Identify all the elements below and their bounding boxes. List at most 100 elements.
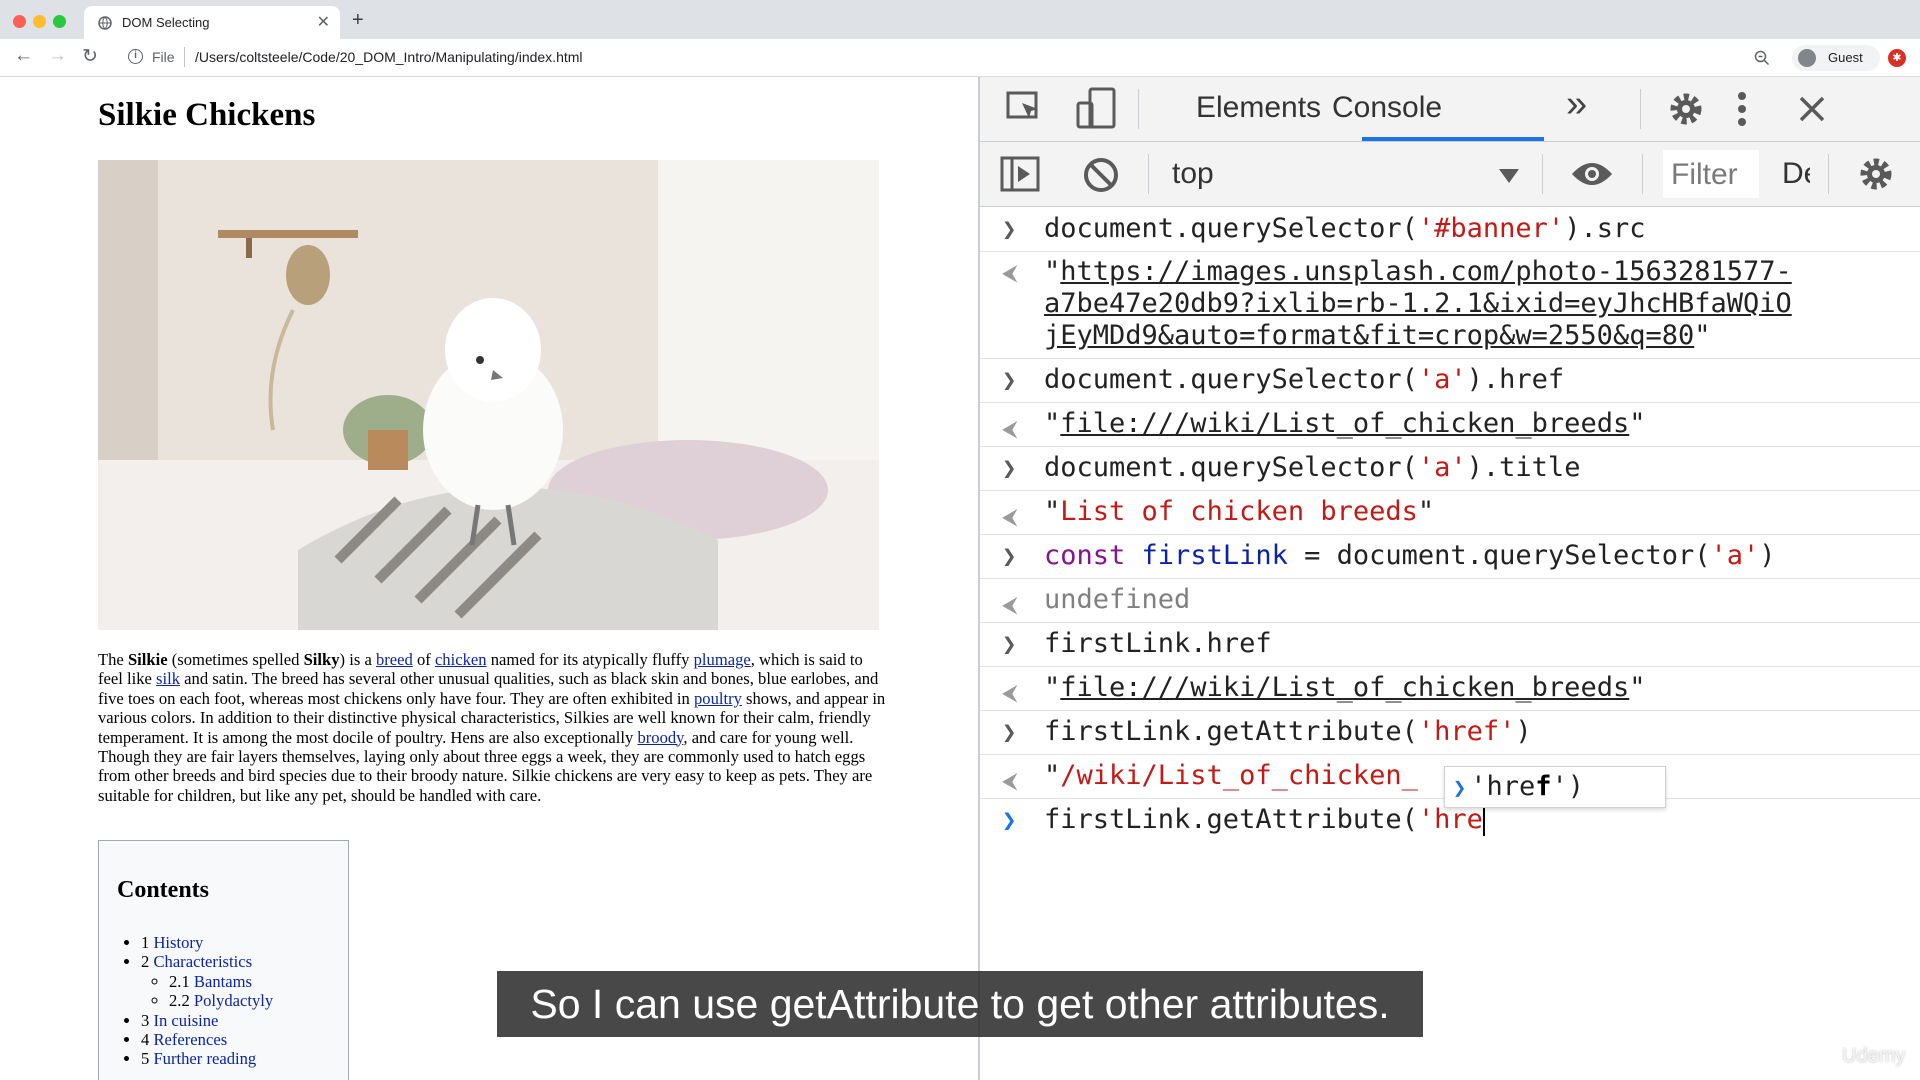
tab-console[interactable]: Console bbox=[1332, 91, 1442, 125]
toc-item[interactable]: 2.2 Polydactyly bbox=[169, 991, 273, 1010]
toc-item[interactable]: 2 Characteristics 2.1 Bantams 2.2 Polyda… bbox=[141, 952, 273, 1010]
url-link[interactable]: a7be47e20db9?ixlib=rb-1.2.1&ixid=eyJhcHB… bbox=[1044, 288, 1792, 319]
avatar-icon bbox=[1798, 49, 1816, 67]
link-plumage[interactable]: plumage bbox=[694, 650, 751, 669]
tab-title: DOM Selecting bbox=[122, 15, 210, 30]
sidebar-toggle-icon[interactable] bbox=[1000, 156, 1040, 192]
link-breed[interactable]: breed bbox=[376, 650, 413, 669]
url-link[interactable]: file:///wiki/List_of_chicken_breeds bbox=[1060, 672, 1629, 703]
reload-icon[interactable]: ↻ bbox=[82, 45, 98, 68]
input-chevron-icon: ❯ bbox=[1002, 454, 1017, 482]
prompt-chevron-icon: ❯ bbox=[1002, 806, 1017, 834]
profile-button[interactable]: Guest bbox=[1792, 45, 1880, 71]
devtools-panel: Elements Console » top Filter D ❯ docume… bbox=[978, 77, 1920, 1080]
tab-strip: DOM Selecting ✕ + bbox=[0, 0, 1920, 39]
device-toolbar-icon[interactable] bbox=[1076, 87, 1118, 131]
toc-link-polydactyly[interactable]: Polydactyly bbox=[194, 991, 273, 1010]
live-expression-eye-icon[interactable] bbox=[1570, 160, 1614, 188]
toc-list: 1 History 2 Characteristics 2.1 Bantams … bbox=[141, 933, 273, 1069]
browser-tab[interactable]: DOM Selecting ✕ bbox=[84, 6, 340, 39]
toc-link-in-cuisine[interactable]: In cuisine bbox=[153, 1011, 218, 1030]
bold-term: Silkie bbox=[127, 650, 168, 669]
link-chicken[interactable]: chicken bbox=[435, 650, 487, 669]
return-arrow-icon: ⮜ bbox=[1002, 417, 1018, 442]
return-arrow-icon: ⮜ bbox=[1002, 593, 1018, 618]
url-divider bbox=[184, 47, 185, 67]
profile-label: Guest bbox=[1828, 50, 1863, 65]
text-caret bbox=[1482, 805, 1485, 836]
subtitle-text: So I can use getAttribute to get other a… bbox=[530, 981, 1390, 1027]
console-input-line: ❯ document.querySelector('a').title bbox=[980, 447, 1920, 491]
console-output-line: ⮜ undefined bbox=[980, 579, 1920, 623]
video-subtitle: So I can use getAttribute to get other a… bbox=[497, 971, 1423, 1037]
minimize-window-button[interactable] bbox=[33, 15, 46, 28]
filter-placeholder: Filter bbox=[1671, 158, 1738, 191]
tab-elements[interactable]: Elements bbox=[1196, 91, 1321, 125]
link-broody[interactable]: broody bbox=[637, 728, 683, 747]
toc-link-history[interactable]: History bbox=[153, 933, 203, 952]
link-poultry[interactable]: poultry bbox=[694, 689, 742, 708]
zoom-icon[interactable] bbox=[1754, 50, 1770, 66]
kebab-menu-icon[interactable] bbox=[1736, 91, 1748, 127]
console-output-line: ⮜ "List of chicken breeds" bbox=[980, 491, 1920, 535]
suggestion-chevron-icon: ❯ bbox=[1453, 776, 1467, 801]
clear-console-icon[interactable] bbox=[1082, 156, 1120, 194]
bold-term: Silky bbox=[303, 650, 340, 669]
log-levels-dropdown[interactable]: Default levels bbox=[1782, 157, 1810, 191]
console-input-line: ❯ const firstLink = document.querySelecto… bbox=[980, 535, 1920, 579]
console-input-line: ❯ firstLink.href bbox=[980, 623, 1920, 667]
return-arrow-icon: ⮜ bbox=[1002, 769, 1018, 794]
close-devtools-icon[interactable] bbox=[1798, 95, 1826, 123]
console-output-line: ⮜ "https://images.unsplash.com/photo-1563… bbox=[980, 252, 1920, 359]
toc-item[interactable]: 3 In cuisine bbox=[141, 1011, 273, 1030]
zoom-window-button[interactable] bbox=[53, 15, 66, 28]
console-input-line: ❯ document.querySelector('a').href bbox=[980, 359, 1920, 403]
console-toolbar: top Filter Default levels bbox=[980, 142, 1920, 207]
article-paragraph: The Silkie (sometimes spelled Silky) is … bbox=[98, 650, 886, 805]
globe-icon bbox=[98, 16, 112, 30]
toolbar-divider bbox=[1542, 154, 1543, 194]
url-link[interactable]: https://images.unsplash.com/photo-156328… bbox=[1060, 256, 1792, 287]
input-chevron-icon: ❯ bbox=[1002, 630, 1017, 658]
active-tab-indicator bbox=[1362, 137, 1544, 141]
banner-image bbox=[98, 160, 879, 630]
toc-item[interactable]: 2.1 Bantams bbox=[169, 972, 273, 991]
toolbar-divider bbox=[1642, 154, 1643, 194]
toc-link-further-reading[interactable]: Further reading bbox=[153, 1049, 256, 1068]
return-arrow-icon: ⮜ bbox=[1002, 505, 1018, 530]
autocomplete-suggestion[interactable]: ❯'href') bbox=[1444, 766, 1666, 808]
dropdown-arrow-icon[interactable] bbox=[1498, 168, 1520, 184]
console-output-line: ⮜ "file:///wiki/List_of_chicken_breeds" bbox=[980, 667, 1920, 711]
info-icon[interactable]: i bbox=[128, 49, 143, 64]
link-silk[interactable]: silk bbox=[156, 669, 180, 688]
context-selector[interactable]: top bbox=[1172, 157, 1214, 191]
close-window-button[interactable] bbox=[13, 15, 26, 28]
tab-close-icon[interactable]: ✕ bbox=[317, 12, 330, 32]
input-chevron-icon: ❯ bbox=[1002, 542, 1017, 570]
toolbar-divider bbox=[1828, 154, 1829, 194]
console-log: ❯ document.querySelector('#banner').src ⮜… bbox=[980, 208, 1920, 843]
toc-link-characteristics[interactable]: Characteristics bbox=[153, 952, 252, 971]
input-chevron-icon: ❯ bbox=[1002, 366, 1017, 394]
more-tabs-icon[interactable]: » bbox=[1566, 83, 1587, 126]
forward-arrow-icon[interactable]: → bbox=[48, 45, 67, 67]
url-link[interactable]: jEyMDd9&auto=format&fit=crop&w=2550&q=80 bbox=[1044, 320, 1694, 351]
return-arrow-icon: ⮜ bbox=[1002, 261, 1018, 286]
toc-item[interactable]: 1 History bbox=[141, 933, 273, 952]
toc-link-bantams[interactable]: Bantams bbox=[194, 972, 252, 991]
table-of-contents: Contents 1 History 2 Characteristics 2.1… bbox=[98, 840, 349, 1080]
inspect-element-icon[interactable] bbox=[1006, 91, 1044, 127]
url-link[interactable]: file:///wiki/List_of_chicken_breeds bbox=[1060, 408, 1629, 439]
extension-icon[interactable]: ✱ bbox=[1888, 49, 1906, 67]
toc-item[interactable]: 5 Further reading bbox=[141, 1049, 273, 1068]
settings-gear-icon[interactable] bbox=[1666, 89, 1706, 129]
devtools-tab-bar: Elements Console » bbox=[980, 77, 1920, 142]
console-settings-gear-icon[interactable] bbox=[1856, 154, 1896, 194]
console-input-line: ❯ document.querySelector('#banner').src bbox=[980, 208, 1920, 252]
filter-input[interactable]: Filter bbox=[1663, 150, 1759, 198]
address-bar[interactable]: /Users/coltsteele/Code/20_DOM_Intro/Mani… bbox=[195, 49, 583, 65]
new-tab-button[interactable]: + bbox=[352, 9, 364, 32]
toc-link-references[interactable]: References bbox=[153, 1030, 227, 1049]
back-arrow-icon[interactable]: ← bbox=[14, 45, 33, 67]
toc-item[interactable]: 4 References bbox=[141, 1030, 273, 1049]
